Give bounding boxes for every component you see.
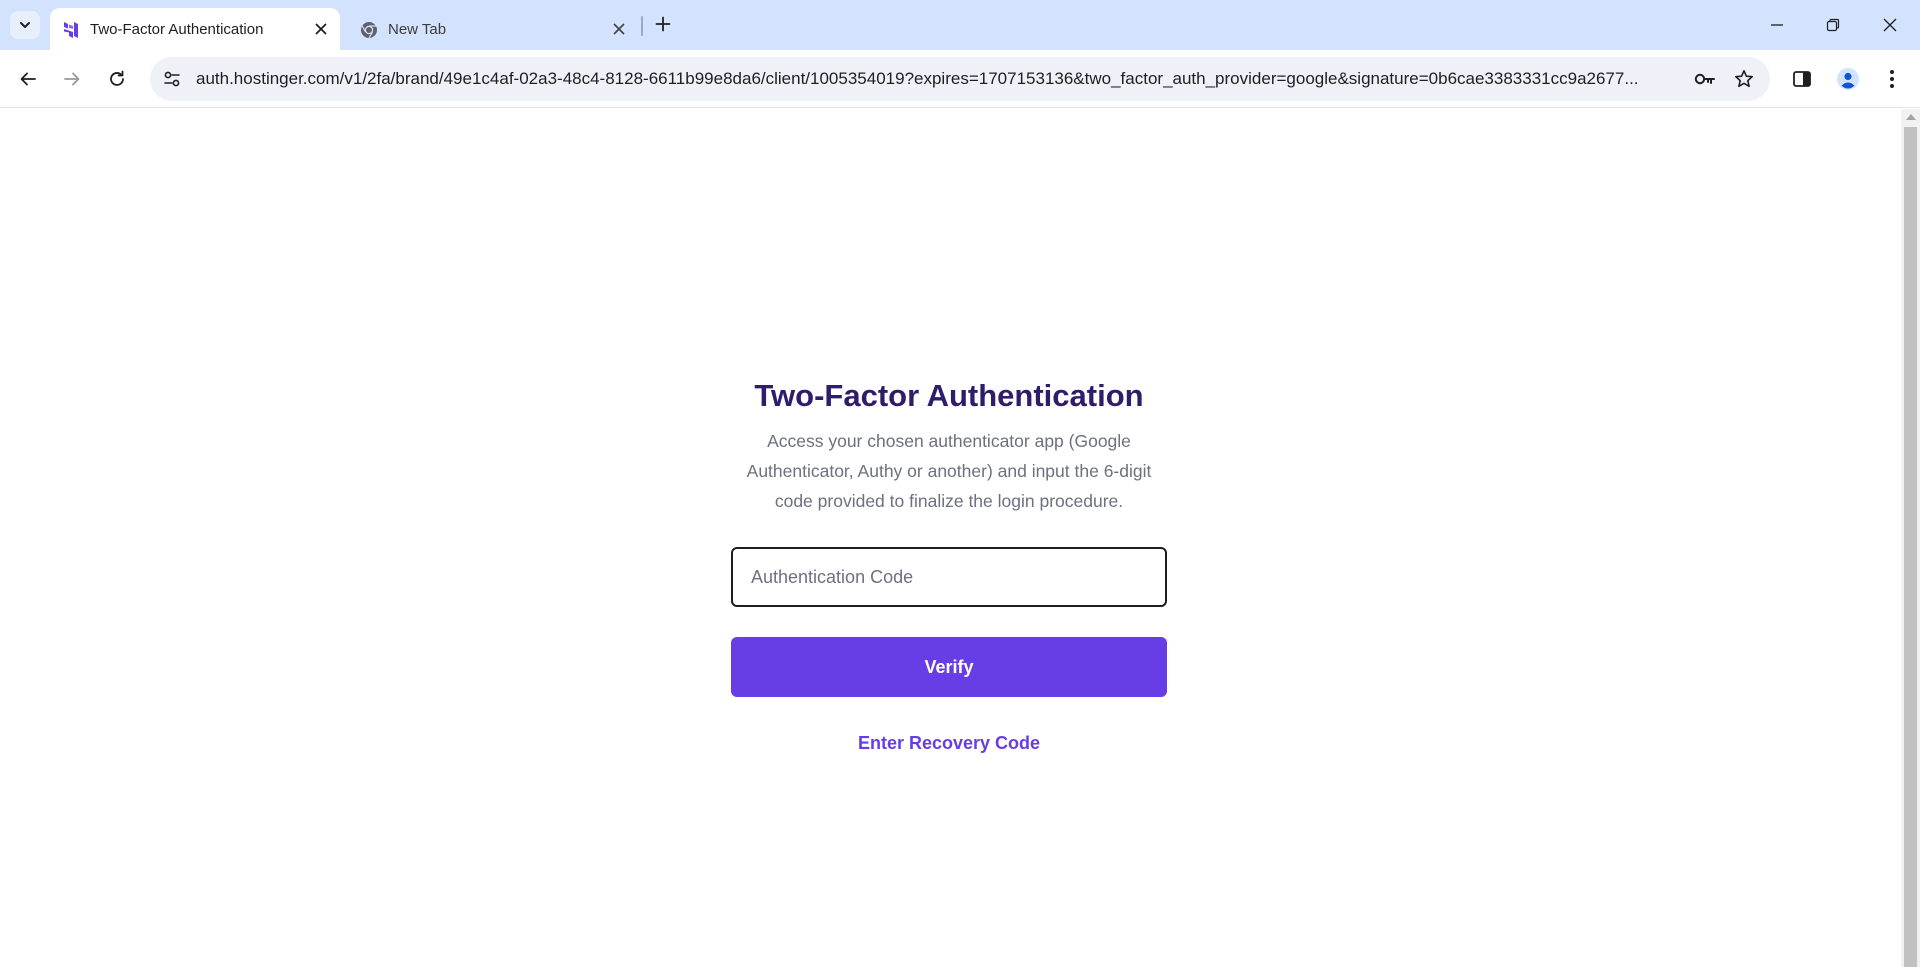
close-window-button[interactable] — [1875, 10, 1905, 40]
minimize-button[interactable] — [1762, 10, 1792, 40]
tab-search-button[interactable] — [10, 11, 40, 39]
enter-recovery-code-link[interactable]: Enter Recovery Code — [858, 733, 1040, 754]
arrow-left-icon — [20, 72, 36, 86]
plus-icon — [655, 16, 671, 32]
reload-button[interactable] — [101, 63, 133, 95]
tab-separator — [641, 16, 643, 36]
chevron-down-icon — [20, 22, 30, 28]
profile-button[interactable] — [1832, 63, 1864, 95]
tab-title: Two-Factor Authentication — [90, 21, 264, 38]
url-text[interactable]: auth.hostinger.com/v1/2fa/brand/49e1c4af… — [196, 69, 1686, 89]
vertical-scrollbar[interactable] — [1901, 109, 1920, 967]
instructions-text: Access your chosen authenticator app (Go… — [746, 431, 1152, 511]
close-tab-icon[interactable] — [610, 20, 628, 38]
browser-menu-button[interactable] — [1876, 63, 1908, 95]
restore-button[interactable] — [1818, 10, 1848, 40]
close-icon — [1883, 18, 1897, 32]
verify-button[interactable]: Verify — [731, 637, 1167, 697]
tab-title: New Tab — [388, 21, 447, 38]
page-title: Two-Factor Authentication — [754, 378, 1144, 413]
tab-two-factor-authentication[interactable]: Two-Factor Authentication — [50, 8, 340, 50]
tab-strip: Two-Factor Authentication New Tab — [0, 0, 1920, 50]
arrow-right-icon — [64, 72, 80, 86]
minimize-icon — [1771, 24, 1783, 26]
scroll-up-arrow-icon[interactable] — [1906, 114, 1916, 120]
site-info-icon[interactable] — [160, 67, 184, 91]
hostinger-logo-icon — [62, 21, 80, 39]
avatar-icon — [1837, 68, 1859, 90]
browser-toolbar: auth.hostinger.com/v1/2fa/brand/49e1c4af… — [0, 50, 1920, 108]
chrome-icon — [360, 21, 378, 39]
side-panel-icon — [1793, 71, 1811, 87]
tab-new-tab[interactable]: New Tab — [348, 8, 638, 50]
two-factor-form: Two-Factor Authentication Access your ch… — [731, 374, 1167, 754]
back-button[interactable] — [12, 63, 44, 95]
kebab-menu-icon — [1890, 70, 1894, 88]
forward-button[interactable] — [56, 63, 88, 95]
close-tab-icon[interactable] — [312, 20, 330, 38]
address-bar[interactable]: auth.hostinger.com/v1/2fa/brand/49e1c4af… — [150, 57, 1770, 101]
authentication-code-input[interactable] — [731, 547, 1167, 607]
page-viewport: Two-Factor Authentication Access your ch… — [0, 109, 1900, 967]
new-tab-button[interactable] — [650, 11, 676, 37]
scroll-thumb[interactable] — [1904, 127, 1917, 967]
bookmark-star-icon[interactable] — [1732, 67, 1756, 91]
side-panel-button[interactable] — [1786, 63, 1818, 95]
password-key-icon[interactable] — [1692, 67, 1718, 91]
restore-icon — [1826, 18, 1840, 32]
reload-icon — [110, 70, 124, 86]
